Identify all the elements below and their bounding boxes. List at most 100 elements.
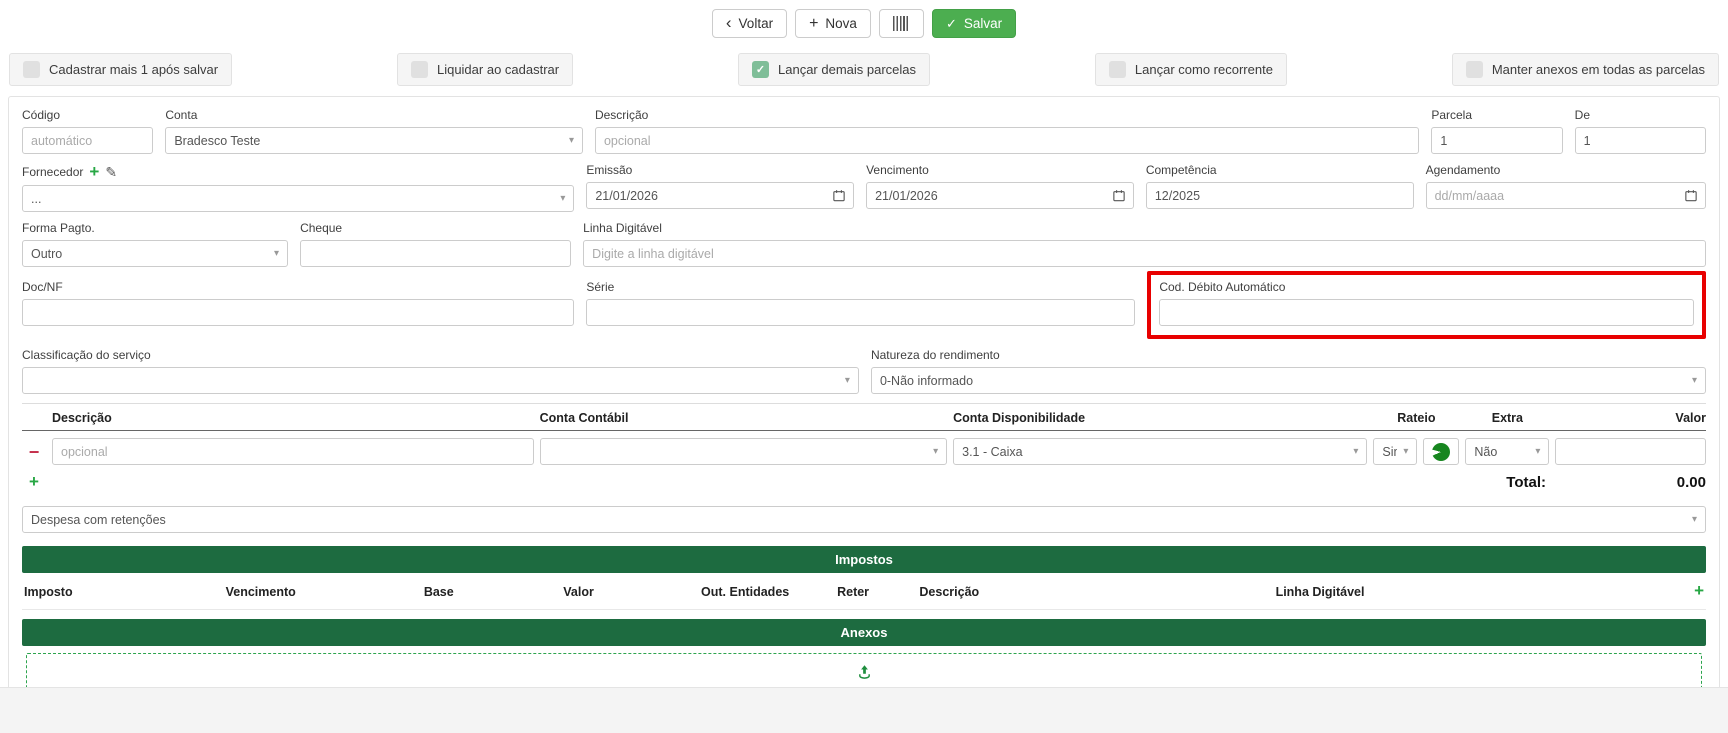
remove-item-icon[interactable]: − [22,443,46,461]
impostos-col: Imposto [24,585,226,599]
retencoes-row: Despesa com retenções ▾ [22,506,1706,533]
codigo-label: Código [22,108,153,122]
impostos-section-header: Impostos [22,546,1706,573]
page-footer-strip [0,687,1728,733]
add-fornecedor-icon[interactable]: + [89,163,99,180]
option-label: Cadastrar mais 1 após salvar [49,62,218,77]
de-label: De [1575,108,1706,122]
calendar-icon[interactable] [833,189,845,202]
emissao-date-input[interactable]: 21/01/2026 [586,182,854,209]
classificacao-select[interactable]: ▾ [22,367,859,394]
chevron-down-icon: ▾ [274,248,279,259]
barcode-button[interactable] [879,9,924,38]
chevron-down-icon: ▾ [1403,446,1408,457]
checkbox-checked-icon[interactable]: ✓ [752,61,769,78]
de-input[interactable] [1575,127,1706,154]
descricao-label: Descrição [595,108,1419,122]
checkbox-icon[interactable]: ✓ [23,61,40,78]
items-header-row: Descrição Conta Contábil Conta Disponibi… [22,411,1706,431]
emissao-label: Emissão [586,163,854,177]
items-col-conta-disponibilidade: Conta Disponibilidade [953,411,1367,425]
option-cadastrar-mais[interactable]: ✓ Cadastrar mais 1 após salvar [9,53,232,86]
competencia-input[interactable] [1146,182,1414,209]
chevron-left-icon: ‹ [726,14,732,31]
impostos-col: Out. Entidades [701,585,837,599]
impostos-col: Vencimento [226,585,424,599]
edit-fornecedor-icon[interactable]: ✎ [105,165,117,179]
doc-nf-input[interactable] [22,299,574,326]
pie-chart-icon [1432,443,1450,461]
total-value: 0.00 [1546,474,1706,491]
checkbox-icon[interactable]: ✓ [1466,61,1483,78]
cheque-label: Cheque [300,221,571,235]
descricao-input[interactable] [595,127,1419,154]
rateio-pie-button[interactable] [1423,438,1459,465]
calendar-icon[interactable] [1113,189,1125,202]
expense-form-panel: Código Conta Bradesco Teste ▾ Descrição … [8,96,1720,733]
natureza-select[interactable]: 0-Não informado ▾ [871,367,1706,394]
option-label: Manter anexos em todas as parcelas [1492,62,1705,77]
item-conta-disponibilidade-select[interactable]: 3.1 - Caixa ▾ [953,438,1367,465]
checkbox-icon[interactable]: ✓ [411,61,428,78]
parcela-label: Parcela [1431,108,1562,122]
item-conta-contabil-select[interactable]: ▾ [540,438,948,465]
option-manter-anexos[interactable]: ✓ Manter anexos em todas as parcelas [1452,53,1719,86]
item-extra-select[interactable]: Não ▾ [1465,438,1549,465]
cod-debito-label: Cod. Débito Automático [1159,280,1694,294]
add-item-icon[interactable]: + [29,472,39,491]
serie-input[interactable] [586,299,1135,326]
serie-label: Série [586,280,1135,294]
anexos-section-header: Anexos [22,619,1706,646]
item-row: − ▾ 3.1 - Caixa ▾ Sim ▾ Não ▾ [22,438,1706,465]
doc-nf-label: Doc/NF [22,280,574,294]
natureza-label: Natureza do rendimento [871,348,1706,362]
classificacao-label: Classificação do serviço [22,348,859,362]
option-label: Liquidar ao cadastrar [437,62,559,77]
option-label: Lançar demais parcelas [778,62,916,77]
chevron-down-icon: ▾ [569,135,574,146]
impostos-header-row: Imposto Vencimento Base Valor Out. Entid… [22,573,1706,610]
items-total-row: + Total: 0.00 [22,473,1706,492]
parcela-input[interactable] [1431,127,1562,154]
linha-digitavel-label: Linha Digitável [583,221,1706,235]
option-lancar-parcelas[interactable]: ✓ Lançar demais parcelas [738,53,930,86]
items-col-descricao: Descrição [52,411,534,425]
agendamento-date-input[interactable]: dd/mm/aaaa [1426,182,1706,209]
barcode-icon [893,16,910,31]
cod-debito-input[interactable] [1159,299,1694,326]
fornecedor-select[interactable]: ... ▾ [22,185,574,212]
linha-digitavel-input[interactable] [583,240,1706,267]
back-button[interactable]: ‹ Voltar [712,9,787,38]
save-button[interactable]: ✓ Salvar [932,9,1016,38]
option-label: Lançar como recorrente [1135,62,1273,77]
forma-pagto-select[interactable]: Outro ▾ [22,240,288,267]
conta-select[interactable]: Bradesco Teste ▾ [165,127,583,154]
add-imposto-icon[interactable]: + [1694,581,1704,600]
agendamento-label: Agendamento [1426,163,1706,177]
save-button-label: Salvar [964,16,1002,31]
impostos-col: Base [424,585,563,599]
option-liquidar[interactable]: ✓ Liquidar ao cadastrar [397,53,573,86]
vencimento-date-input[interactable]: 21/01/2026 [866,182,1134,209]
calendar-icon[interactable] [1685,189,1697,202]
item-valor-input[interactable] [1555,438,1706,465]
options-row: ✓ Cadastrar mais 1 após salvar ✓ Liquida… [9,53,1719,86]
chevron-down-icon: ▾ [933,446,938,457]
item-rateio-select[interactable]: Sim ▾ [1373,438,1417,465]
back-button-label: Voltar [739,16,774,31]
plus-icon: + [809,16,818,32]
chevron-down-icon: ▾ [845,375,850,386]
checkbox-icon[interactable]: ✓ [1109,61,1126,78]
option-lancar-recorrente[interactable]: ✓ Lançar como recorrente [1095,53,1287,86]
total-label: Total: [1506,474,1546,491]
tipo-despesa-select[interactable]: Despesa com retenções ▾ [22,506,1706,533]
chevron-down-icon: ▾ [1692,375,1697,386]
item-descricao-input[interactable] [52,438,534,465]
cheque-input[interactable] [300,240,571,267]
items-col-valor: Valor [1555,411,1706,425]
codigo-input[interactable] [22,127,153,154]
chevron-down-icon: ▾ [1353,446,1358,457]
impostos-col: Valor [563,585,701,599]
conta-label: Conta [165,108,583,122]
new-button[interactable]: + Nova [795,9,871,38]
